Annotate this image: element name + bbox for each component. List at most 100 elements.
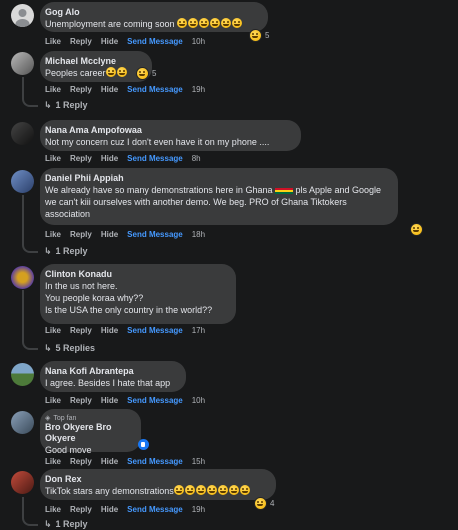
timestamp[interactable]: 17h: [192, 326, 205, 336]
avatar[interactable]: [11, 170, 34, 193]
timestamp[interactable]: 18h: [192, 230, 205, 240]
hide-button[interactable]: Hide: [101, 154, 118, 164]
commenter-name[interactable]: Michael Mcclyne: [45, 56, 143, 67]
commenter-name[interactable]: Gog Alo: [45, 7, 259, 18]
comment-actions: Like Reply Hide Send Message 18h: [45, 230, 205, 240]
view-replies-link[interactable]: ↳ 1 Reply: [44, 518, 88, 530]
commenter-name[interactable]: Nana Ama Ampofowaa: [45, 125, 292, 136]
thread-connector: [22, 497, 38, 526]
send-message-button[interactable]: Send Message: [127, 85, 183, 95]
avatar[interactable]: [11, 122, 34, 145]
reply-button[interactable]: Reply: [70, 457, 92, 467]
thread-connector: [22, 195, 38, 253]
avatar[interactable]: [11, 52, 34, 75]
commenter-name[interactable]: Nana Kofi Abrantepa: [45, 366, 177, 377]
comment-bubble: Nana Kofi Abrantepa I agree. Besides I h…: [40, 361, 186, 392]
like-button[interactable]: Like: [45, 37, 61, 47]
comment-actions: Like Reply Hide Send Message 19h: [45, 505, 205, 515]
reaction-count[interactable]: 5: [136, 66, 156, 80]
hide-button[interactable]: Hide: [101, 505, 118, 515]
timestamp[interactable]: 15h: [192, 457, 205, 467]
commenter-name[interactable]: Don Rex: [45, 474, 267, 485]
comment-text-body: Peoples career: [45, 68, 106, 78]
view-replies-link[interactable]: ↳ 5 Replies: [44, 342, 95, 354]
like-button[interactable]: Like: [45, 230, 61, 240]
reply-button[interactable]: Reply: [70, 396, 92, 406]
haha-reaction-icon: [254, 496, 267, 510]
comment-actions: Like Reply Hide Send Message 19h: [45, 85, 205, 95]
avatar[interactable]: [11, 471, 34, 494]
timestamp[interactable]: 8h: [192, 154, 201, 164]
comment-bubble: Daniel Phii Appiah We already have so ma…: [40, 168, 398, 225]
send-message-button[interactable]: Send Message: [127, 457, 183, 467]
reaction-count[interactable]: 4: [254, 496, 275, 510]
commenter-name[interactable]: Daniel Phii Appiah: [45, 173, 389, 184]
reply-button[interactable]: Reply: [70, 505, 92, 515]
comment-text: Unemployment are coming soon: [45, 18, 259, 30]
like-button[interactable]: Like: [45, 85, 61, 95]
reply-button[interactable]: Reply: [70, 85, 92, 95]
comment-bubble: Gog Alo Unemployment are coming soon: [40, 2, 268, 32]
like-button[interactable]: Like: [45, 396, 61, 406]
comment-text-line: We already have so many demonstrations h…: [45, 185, 273, 195]
default-avatar-icon: [15, 9, 30, 27]
comment-bubble: Don Rex TikTok stars any demonstrations: [40, 469, 276, 500]
like-button[interactable]: Like: [45, 505, 61, 515]
timestamp[interactable]: 10h: [192, 37, 205, 47]
send-message-button[interactable]: Send Message: [127, 396, 183, 406]
view-replies-link[interactable]: ↳ 1 Reply: [44, 99, 88, 111]
avatar[interactable]: [11, 266, 34, 289]
hide-button[interactable]: Hide: [101, 37, 118, 47]
reaction-number: 5: [265, 30, 270, 40]
replies-count: 5 Replies: [55, 343, 96, 353]
haha-reaction-icon: [136, 66, 149, 80]
replies-count: 1 Reply: [55, 519, 88, 529]
timestamp[interactable]: 10h: [192, 396, 205, 406]
replies-count: 1 Reply: [55, 100, 88, 110]
hide-button[interactable]: Hide: [101, 230, 118, 240]
like-button[interactable]: Like: [45, 457, 61, 467]
reply-arrow-icon: ↳: [44, 518, 52, 529]
reply-arrow-icon: ↳: [44, 342, 52, 353]
hide-button[interactable]: Hide: [101, 85, 118, 95]
timestamp[interactable]: 19h: [192, 505, 205, 515]
send-message-button[interactable]: Send Message: [127, 326, 183, 336]
timestamp[interactable]: 19h: [192, 85, 205, 95]
reply-button[interactable]: Reply: [70, 326, 92, 336]
comment-text-line: association: [45, 209, 91, 219]
comment-text: I agree. Besides I hate that app: [45, 378, 171, 388]
comment-text: TikTok stars any demonstrations: [45, 485, 267, 497]
hide-button[interactable]: Hide: [101, 326, 118, 336]
comment-text-body: Unemployment are coming soon: [45, 19, 175, 29]
send-message-button[interactable]: Send Message: [127, 154, 183, 164]
haha-reaction-icon: [410, 222, 423, 236]
ghana-flag-icon: [274, 188, 284, 194]
reply-button[interactable]: Reply: [70, 37, 92, 47]
reaction-count[interactable]: [138, 438, 149, 450]
reaction-count[interactable]: 5: [249, 28, 270, 42]
send-message-button[interactable]: Send Message: [127, 230, 183, 240]
reply-button[interactable]: Reply: [70, 230, 92, 240]
comment-bubble: Nana Ama Ampofowaa Not my concern cuz I …: [40, 120, 301, 151]
hide-button[interactable]: Hide: [101, 396, 118, 406]
view-replies-link[interactable]: ↳ 1 Reply: [44, 245, 88, 257]
avatar[interactable]: [11, 363, 34, 386]
like-button[interactable]: Like: [45, 154, 61, 164]
comment-actions: Like Reply Hide Send Message 15h: [45, 457, 205, 467]
send-message-button[interactable]: Send Message: [127, 505, 183, 515]
avatar[interactable]: [11, 4, 34, 27]
comment-bubble: Clinton Konadu In the us not here. You p…: [40, 264, 236, 324]
comment-actions: Like Reply Hide Send Message 10h: [45, 396, 205, 406]
reply-button[interactable]: Reply: [70, 154, 92, 164]
send-message-button[interactable]: Send Message: [127, 37, 183, 47]
comment-text-line: pls Apple and Google: [295, 185, 382, 195]
replies-count: 1 Reply: [55, 246, 88, 256]
avatar[interactable]: [11, 411, 34, 434]
commenter-name[interactable]: Bro Okyere Bro Okyere: [45, 422, 132, 444]
top-fan-badge: ◈ Top fan: [45, 414, 132, 423]
commenter-name[interactable]: Clinton Konadu: [45, 269, 227, 280]
like-button[interactable]: Like: [45, 326, 61, 336]
reaction-number: 4: [270, 498, 275, 508]
reaction-count[interactable]: [410, 222, 424, 236]
hide-button[interactable]: Hide: [101, 457, 118, 467]
